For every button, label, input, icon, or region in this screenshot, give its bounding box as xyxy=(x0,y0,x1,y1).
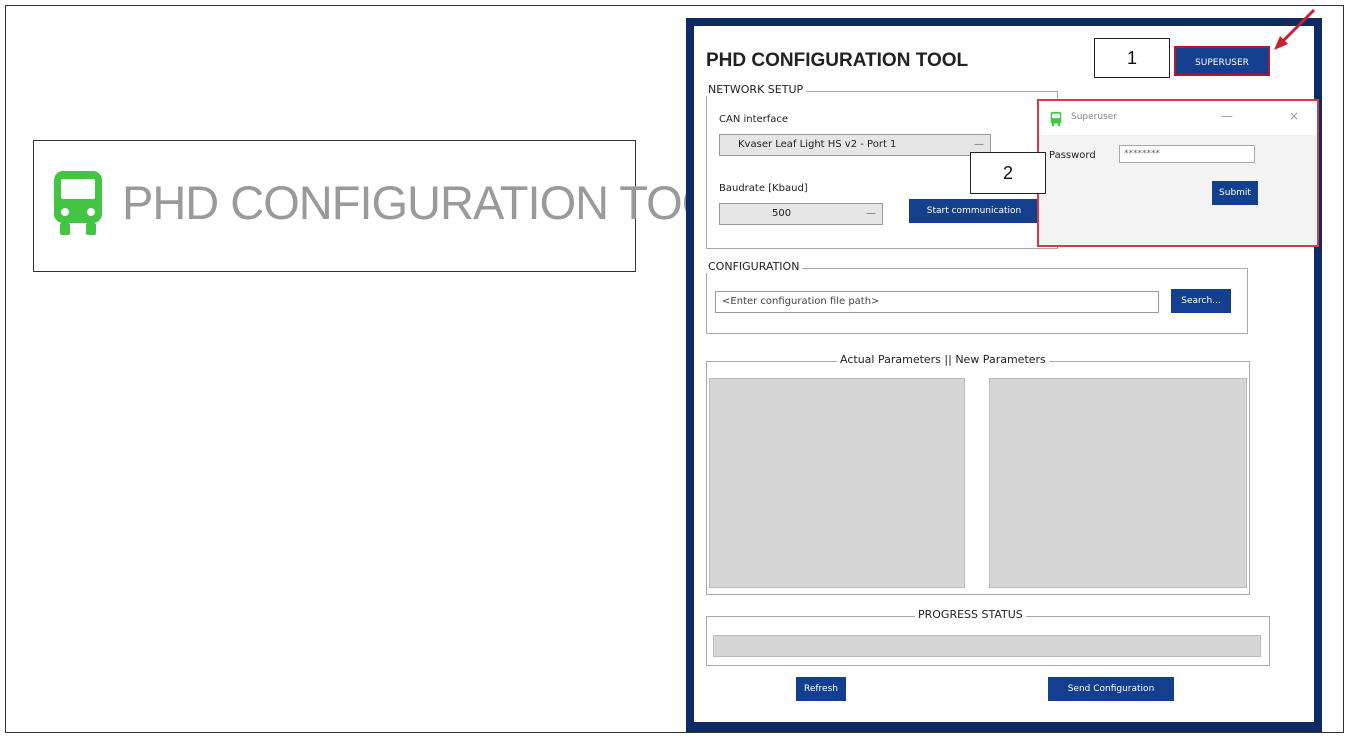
actual-parameters-panel[interactable] xyxy=(709,378,965,588)
configuration-group: CONFIGURATION <Enter configuration file … xyxy=(705,260,1248,334)
config-path-input[interactable]: <Enter configuration file path> xyxy=(715,291,1159,313)
send-configuration-button[interactable]: Send Configuration xyxy=(1048,677,1174,701)
superuser-button[interactable]: SUPERUSER xyxy=(1174,46,1270,76)
start-communication-button[interactable]: Start communication xyxy=(909,199,1039,223)
callout-1: 1 xyxy=(1094,38,1170,78)
baudrate-label: Baudrate [Kbaud] xyxy=(719,183,808,194)
chevron-down-icon: — xyxy=(866,208,876,219)
can-interface-value: Kvaser Leaf Light HS v2 - Port 1 xyxy=(738,139,897,150)
configuration-title: CONFIGURATION xyxy=(705,260,803,273)
superuser-dialog: Superuser — × Password ******** Submit xyxy=(1037,99,1319,247)
logo-text: PHD CONFIGURATION TOOL xyxy=(122,176,743,229)
can-interface-label: CAN interface xyxy=(719,114,789,125)
password-label: Password xyxy=(1049,150,1096,161)
arrow-icon xyxy=(1274,8,1316,50)
close-icon[interactable]: × xyxy=(1289,109,1299,123)
password-input[interactable]: ******** xyxy=(1119,145,1255,163)
logo-panel: PHD CONFIGURATION TOOL xyxy=(33,140,743,272)
network-setup-title: NETWORK SETUP xyxy=(705,83,807,96)
baudrate-select[interactable]: 500 — xyxy=(719,203,883,225)
new-parameters-panel[interactable] xyxy=(989,378,1247,588)
minimize-icon[interactable]: — xyxy=(1221,109,1233,123)
progress-group: PROGRESS STATUS xyxy=(706,608,1270,666)
callout-2: 2 xyxy=(970,152,1046,194)
dialog-title: Superuser xyxy=(1071,112,1117,122)
parameters-title: Actual Parameters || New Parameters xyxy=(837,353,1049,366)
search-button[interactable]: Search... xyxy=(1171,289,1231,313)
baudrate-value: 500 xyxy=(772,208,792,219)
progress-title: PROGRESS STATUS xyxy=(915,608,1026,621)
submit-button[interactable]: Submit xyxy=(1212,181,1258,205)
bus-icon xyxy=(1049,111,1063,131)
refresh-button[interactable]: Refresh xyxy=(796,677,846,701)
dialog-titlebar: Superuser — × xyxy=(1039,101,1317,135)
bus-icon xyxy=(50,167,106,243)
app-title: PHD CONFIGURATION TOOL xyxy=(706,50,969,71)
progress-bar xyxy=(713,635,1261,657)
parameters-group: Actual Parameters || New Parameters xyxy=(706,353,1250,595)
can-interface-select[interactable]: Kvaser Leaf Light HS v2 - Port 1 — xyxy=(719,134,991,156)
